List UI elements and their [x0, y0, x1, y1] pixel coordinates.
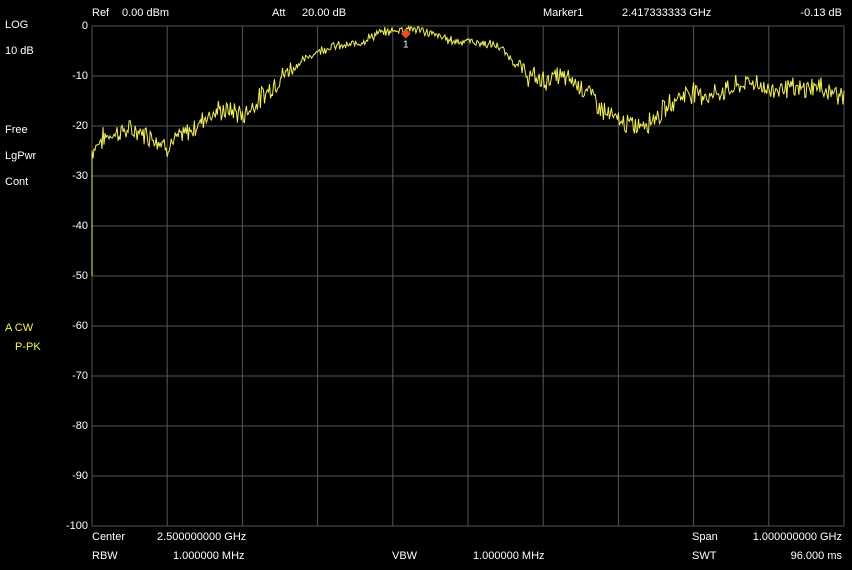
swt-value: 96.000 ms: [790, 550, 842, 562]
vbw-label: VBW: [392, 550, 418, 562]
span-label: Span: [692, 531, 718, 543]
vbw-value: 1.000000 MHz: [473, 550, 545, 562]
marker-number-label: 1: [403, 40, 409, 51]
marker-1: 1: [400, 28, 411, 51]
center-value: 2.500000000 GHz: [157, 531, 247, 543]
rbw-value: 1.000000 MHz: [173, 550, 245, 562]
span-value: 1.000000000 GHz: [752, 531, 842, 543]
swt-label: SWT: [692, 550, 717, 562]
grid-lines: [91, 25, 845, 527]
rbw-label: RBW: [92, 550, 118, 562]
spectrum-plot: 1: [91, 24, 845, 527]
center-label: Center: [92, 531, 126, 543]
